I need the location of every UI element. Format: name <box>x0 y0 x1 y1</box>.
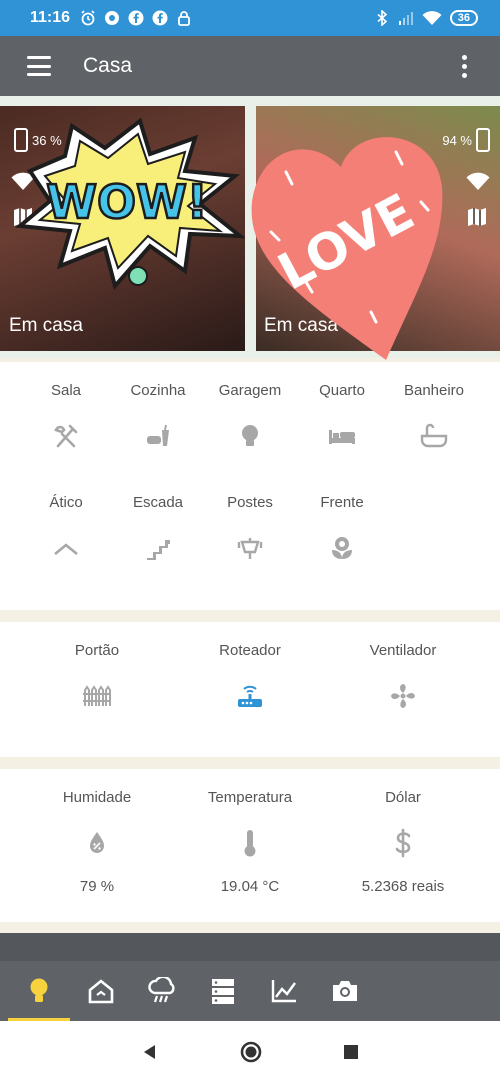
room-escada[interactable]: Escada <box>112 494 204 563</box>
facebook-icon <box>152 10 168 26</box>
thermometer-icon <box>244 830 256 857</box>
lock-icon <box>178 11 190 26</box>
collapsed-card-header <box>0 933 500 961</box>
router-icon <box>238 685 262 707</box>
sticker-text-wow: WOW! <box>46 175 208 229</box>
home-circle-icon[interactable] <box>239 1040 263 1064</box>
bed-icon <box>329 430 355 444</box>
flower-icon <box>332 537 352 559</box>
battery-indicator: 36 <box>449 10 478 26</box>
room-label: Cozinha <box>130 382 186 399</box>
room-label: Sala <box>50 382 82 399</box>
wifi-icon <box>466 172 490 190</box>
utensils-icon <box>54 424 78 448</box>
room-garagem[interactable]: Garagem <box>204 382 296 451</box>
phone-icon <box>476 128 490 152</box>
device-roteador[interactable]: Roteador <box>204 642 296 711</box>
more-options-icon[interactable] <box>462 54 468 78</box>
home-icon <box>88 979 114 1004</box>
alarm-icon <box>81 10 95 26</box>
map-icon <box>468 208 486 226</box>
camera-battery-value: 94 % <box>442 132 472 148</box>
fastfood-icon <box>147 424 169 446</box>
device-label: Portão <box>74 642 120 659</box>
app-notification-icon <box>105 11 120 25</box>
wifi-icon <box>422 11 442 25</box>
devices-card: Portão Roteador Ventilador <box>0 622 500 757</box>
water-drop-icon <box>90 832 104 853</box>
hamburger-menu-icon[interactable] <box>27 56 51 76</box>
nav-lights[interactable] <box>8 961 70 1021</box>
sensor-temperatura: Temperatura 19.04 °C <box>204 789 296 895</box>
sensor-dolar: Dólar 5.2368 reais <box>357 789 449 895</box>
facebook-icon <box>128 10 144 26</box>
device-portao[interactable]: Portão <box>51 642 143 711</box>
app-bar: Casa <box>0 36 500 96</box>
sensor-value: 19.04 °C <box>220 878 280 895</box>
nav-servers[interactable] <box>192 961 254 1021</box>
sensor-value: 79 % <box>79 878 115 895</box>
device-label: Roteador <box>219 642 281 659</box>
nav-home[interactable] <box>70 961 132 1021</box>
rooms-card: Sala Cozinha Garagem Quarto Banheiro Áti… <box>0 362 500 610</box>
room-label: Frente <box>320 494 364 511</box>
dollar-icon <box>395 828 411 858</box>
status-bar: 11:16 36 <box>0 0 500 36</box>
page-title: Casa <box>83 54 133 77</box>
signal-icon <box>398 12 413 25</box>
room-frente[interactable]: Frente <box>296 494 388 563</box>
camera-strip: 36 % Em casa 94 % Em casa WOW! LOVE <box>0 96 500 360</box>
camera-status: Em casa <box>9 315 83 336</box>
room-label: Quarto <box>319 382 365 399</box>
bottom-nav <box>0 961 500 1021</box>
room-banheiro[interactable]: Banheiro <box>388 382 480 451</box>
sensor-value: 5.2368 reais <box>361 878 445 895</box>
fan-icon <box>391 684 415 708</box>
system-nav-bar <box>0 1021 500 1082</box>
room-sala[interactable]: Sala <box>20 382 112 451</box>
device-ventilador[interactable]: Ventilador <box>357 642 449 711</box>
room-postes[interactable]: Postes <box>204 494 296 563</box>
nav-weather[interactable] <box>131 961 193 1021</box>
wow-sticker: WOW! <box>15 117 245 291</box>
sensor-humidade: Humidade 79 % <box>51 789 143 895</box>
fence-icon <box>83 685 111 706</box>
camera-battery: 94 % <box>442 128 490 152</box>
status-time: 11:16 <box>30 9 71 26</box>
lamp-post-icon <box>237 538 263 559</box>
nav-charts[interactable] <box>253 961 315 1021</box>
room-label: Postes <box>227 494 273 511</box>
bluetooth-icon <box>377 10 387 26</box>
room-atico[interactable]: Ático <box>20 494 112 563</box>
room-label: Escada <box>132 494 184 511</box>
bathtub-icon <box>420 423 448 448</box>
back-icon[interactable] <box>141 1043 159 1061</box>
room-label: Ático <box>49 494 83 511</box>
room-label: Garagem <box>218 382 282 399</box>
sensor-label: Humidade <box>62 789 132 806</box>
recents-icon[interactable] <box>343 1044 359 1060</box>
nav-camera[interactable] <box>314 961 376 1021</box>
chart-icon <box>271 980 296 1003</box>
roof-icon <box>54 543 78 556</box>
device-label: Ventilador <box>369 642 437 659</box>
sensors-card: Humidade 79 % Temperatura 19.04 °C Dólar… <box>0 769 500 922</box>
room-cozinha[interactable]: Cozinha <box>112 382 204 451</box>
love-sticker: LOVE <box>251 137 443 360</box>
room-quarto[interactable]: Quarto <box>296 382 388 451</box>
server-icon <box>212 979 234 1004</box>
camera-icon <box>333 981 357 1001</box>
weather-icon <box>148 977 175 1003</box>
sensor-label: Temperatura <box>207 789 293 806</box>
stairs-icon <box>147 540 170 560</box>
lightbulb-icon <box>30 978 48 1002</box>
room-label: Banheiro <box>403 382 465 399</box>
sensor-label: Dólar <box>385 789 421 806</box>
lightbulb-icon <box>242 425 258 446</box>
